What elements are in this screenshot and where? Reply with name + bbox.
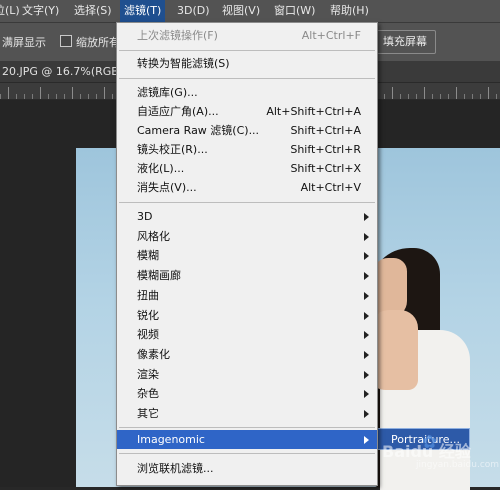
watermark-sub: jingyan.baidu.com xyxy=(416,460,500,470)
menu-type[interactable]: 文字(Y) xyxy=(18,0,63,22)
menu-item-other[interactable]: 其它 xyxy=(117,404,377,423)
menu-item-blur[interactable]: 模糊 xyxy=(117,246,377,265)
menu-item-liquify[interactable]: 液化(L)... Shift+Ctrl+X xyxy=(117,159,377,178)
menu-help[interactable]: 帮助(H) xyxy=(326,0,373,22)
baidu-watermark: Baidu 经验 ✿ jingyan.baidu.com xyxy=(382,432,499,478)
menu-item-video[interactable]: 视频 xyxy=(117,325,377,344)
menu-item-imagenomic[interactable]: Imagenomic xyxy=(117,430,377,449)
menu-item-pixelate[interactable]: 像素化 xyxy=(117,345,377,364)
menu-select[interactable]: 选择(S) xyxy=(70,0,116,22)
menu-item-vanishing-point[interactable]: 消失点(V)... Alt+Ctrl+V xyxy=(117,178,377,197)
paw-icon: ✿ xyxy=(422,432,438,453)
menu-item-filter-gallery[interactable]: 滤镜库(G)... xyxy=(117,83,377,102)
fill-screen-button[interactable]: 填充屏幕 xyxy=(374,30,436,54)
menu-view[interactable]: 视图(V) xyxy=(218,0,264,22)
menu-bar: 位(L) 文字(Y) 选择(S) 滤镜(T) 3D(D) 视图(V) 窗口(W)… xyxy=(0,0,500,23)
scale-all-checkbox[interactable] xyxy=(60,35,72,47)
menu-filter[interactable]: 滤镜(T) xyxy=(120,0,166,22)
menu-item-3d[interactable]: 3D xyxy=(117,207,377,226)
menu-item-stylize[interactable]: 风格化 xyxy=(117,227,377,246)
menu-window[interactable]: 窗口(W) xyxy=(270,0,319,22)
document-tab-label: 20.JPG @ 16.7%(RGB/8 xyxy=(2,65,130,78)
menu-item-browse-online-filters[interactable]: 浏览联机滤镜... xyxy=(117,459,377,478)
menu-item-distort[interactable]: 扭曲 xyxy=(117,286,377,305)
menu-item-camera-raw[interactable]: Camera Raw 滤镜(C)... Shift+Ctrl+A xyxy=(117,121,377,140)
menu-item-lens-correction[interactable]: 镜头校正(R)... Shift+Ctrl+R xyxy=(117,140,377,159)
menu-item-blur-gallery[interactable]: 模糊画廊 xyxy=(117,266,377,285)
menu-item-render[interactable]: 渲染 xyxy=(117,365,377,384)
menu-item-last-filter: 上次滤镜操作(F) Alt+Ctrl+F xyxy=(137,29,361,42)
menu-3d[interactable]: 3D(D) xyxy=(173,0,214,22)
menu-item-noise[interactable]: 杂色 xyxy=(117,384,377,403)
menu-item-convert-smart-filter[interactable]: 转换为智能滤镜(S) xyxy=(117,54,377,73)
menu-item-adaptive-wide-angle[interactable]: 自适应广角(A)... Alt+Shift+Ctrl+A xyxy=(117,102,377,121)
filter-menu: 上次滤镜操作(F) Alt+Ctrl+F 转换为智能滤镜(S) 滤镜库(G)..… xyxy=(116,22,378,486)
menu-item-sharpen[interactable]: 锐化 xyxy=(117,306,377,325)
fullscreen-label[interactable]: 满屏显示 xyxy=(2,34,46,50)
scale-all-label: 缩放所有 xyxy=(76,36,120,49)
photo-subject-face xyxy=(373,258,407,318)
